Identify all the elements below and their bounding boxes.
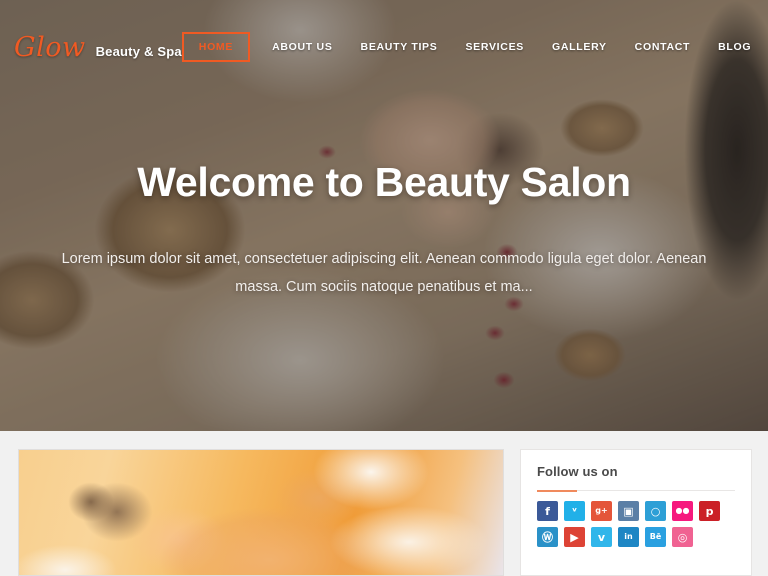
nav-item-services[interactable]: SERVICES	[451, 36, 538, 58]
dribbble-icon[interactable]: ◎	[672, 527, 693, 547]
linkedin-icon[interactable]: in	[618, 527, 639, 547]
sidebar-column: Follow us on f ᵛ g+ ▣ ○ ●● p Ⓦ ▶ v in Bē ◎	[520, 449, 752, 576]
follow-us-widget: Follow us on f ᵛ g+ ▣ ○ ●● p Ⓦ ▶ v in Bē ◎	[520, 449, 752, 576]
nav-item-contact[interactable]: CONTACT	[621, 36, 704, 58]
page-body: Follow us on f ᵛ g+ ▣ ○ ●● p Ⓦ ▶ v in Bē ◎	[0, 431, 768, 576]
youtube-icon[interactable]: ▶	[564, 527, 585, 547]
vimeo-icon[interactable]: v	[591, 527, 612, 547]
hero-section: Glow Beauty & Spa HOME ABOUT US BEAUTY TIP…	[0, 0, 768, 431]
facebook-icon[interactable]: f	[537, 501, 558, 521]
nav-item-beauty-tips[interactable]: BEAUTY TIPS	[347, 36, 452, 58]
brand-mark: Glow	[14, 31, 86, 63]
site-header: Glow Beauty & Spa HOME ABOUT US BEAUTY TIP…	[0, 0, 768, 94]
brand-tagline: Beauty & Spa	[95, 43, 182, 59]
google-plus-icon[interactable]: g+	[591, 501, 612, 521]
instagram-icon[interactable]: ▣	[618, 501, 639, 521]
feature-image[interactable]	[18, 449, 504, 576]
nav-item-gallery[interactable]: GALLERY	[538, 36, 621, 58]
hero-subtitle: Lorem ipsum dolor sit amet, consectetuer…	[61, 251, 707, 296]
brand-logo[interactable]: Glow Beauty & Spa	[14, 34, 182, 61]
pinterest-icon[interactable]: p	[699, 501, 720, 521]
flickr-icon[interactable]: ●●	[672, 501, 693, 521]
behance-icon[interactable]: Bē	[645, 527, 666, 547]
hero-title: Welcome to Beauty Salon	[137, 159, 631, 205]
widget-title: Follow us on	[537, 464, 618, 479]
main-navigation: HOME ABOUT US BEAUTY TIPS SERVICES GALLERY CO…	[181, 32, 765, 62]
social-icon-grid: f ᵛ g+ ▣ ○ ●● p Ⓦ ▶ v in Bē ◎	[537, 501, 735, 547]
nav-item-about-us[interactable]: ABOUT US	[258, 36, 346, 58]
twitter-icon[interactable]: ᵛ	[564, 501, 585, 521]
nav-item-blog[interactable]: BLOG	[704, 36, 765, 58]
hero-content: Welcome to Beauty Salon Lorem ipsum dolo…	[0, 159, 768, 302]
nav-item-home[interactable]: HOME	[181, 32, 251, 62]
wordpress-icon[interactable]: Ⓦ	[537, 527, 558, 547]
widget-title-divider	[537, 490, 735, 492]
feature-column	[18, 449, 504, 576]
github-icon[interactable]: ○	[645, 501, 666, 521]
